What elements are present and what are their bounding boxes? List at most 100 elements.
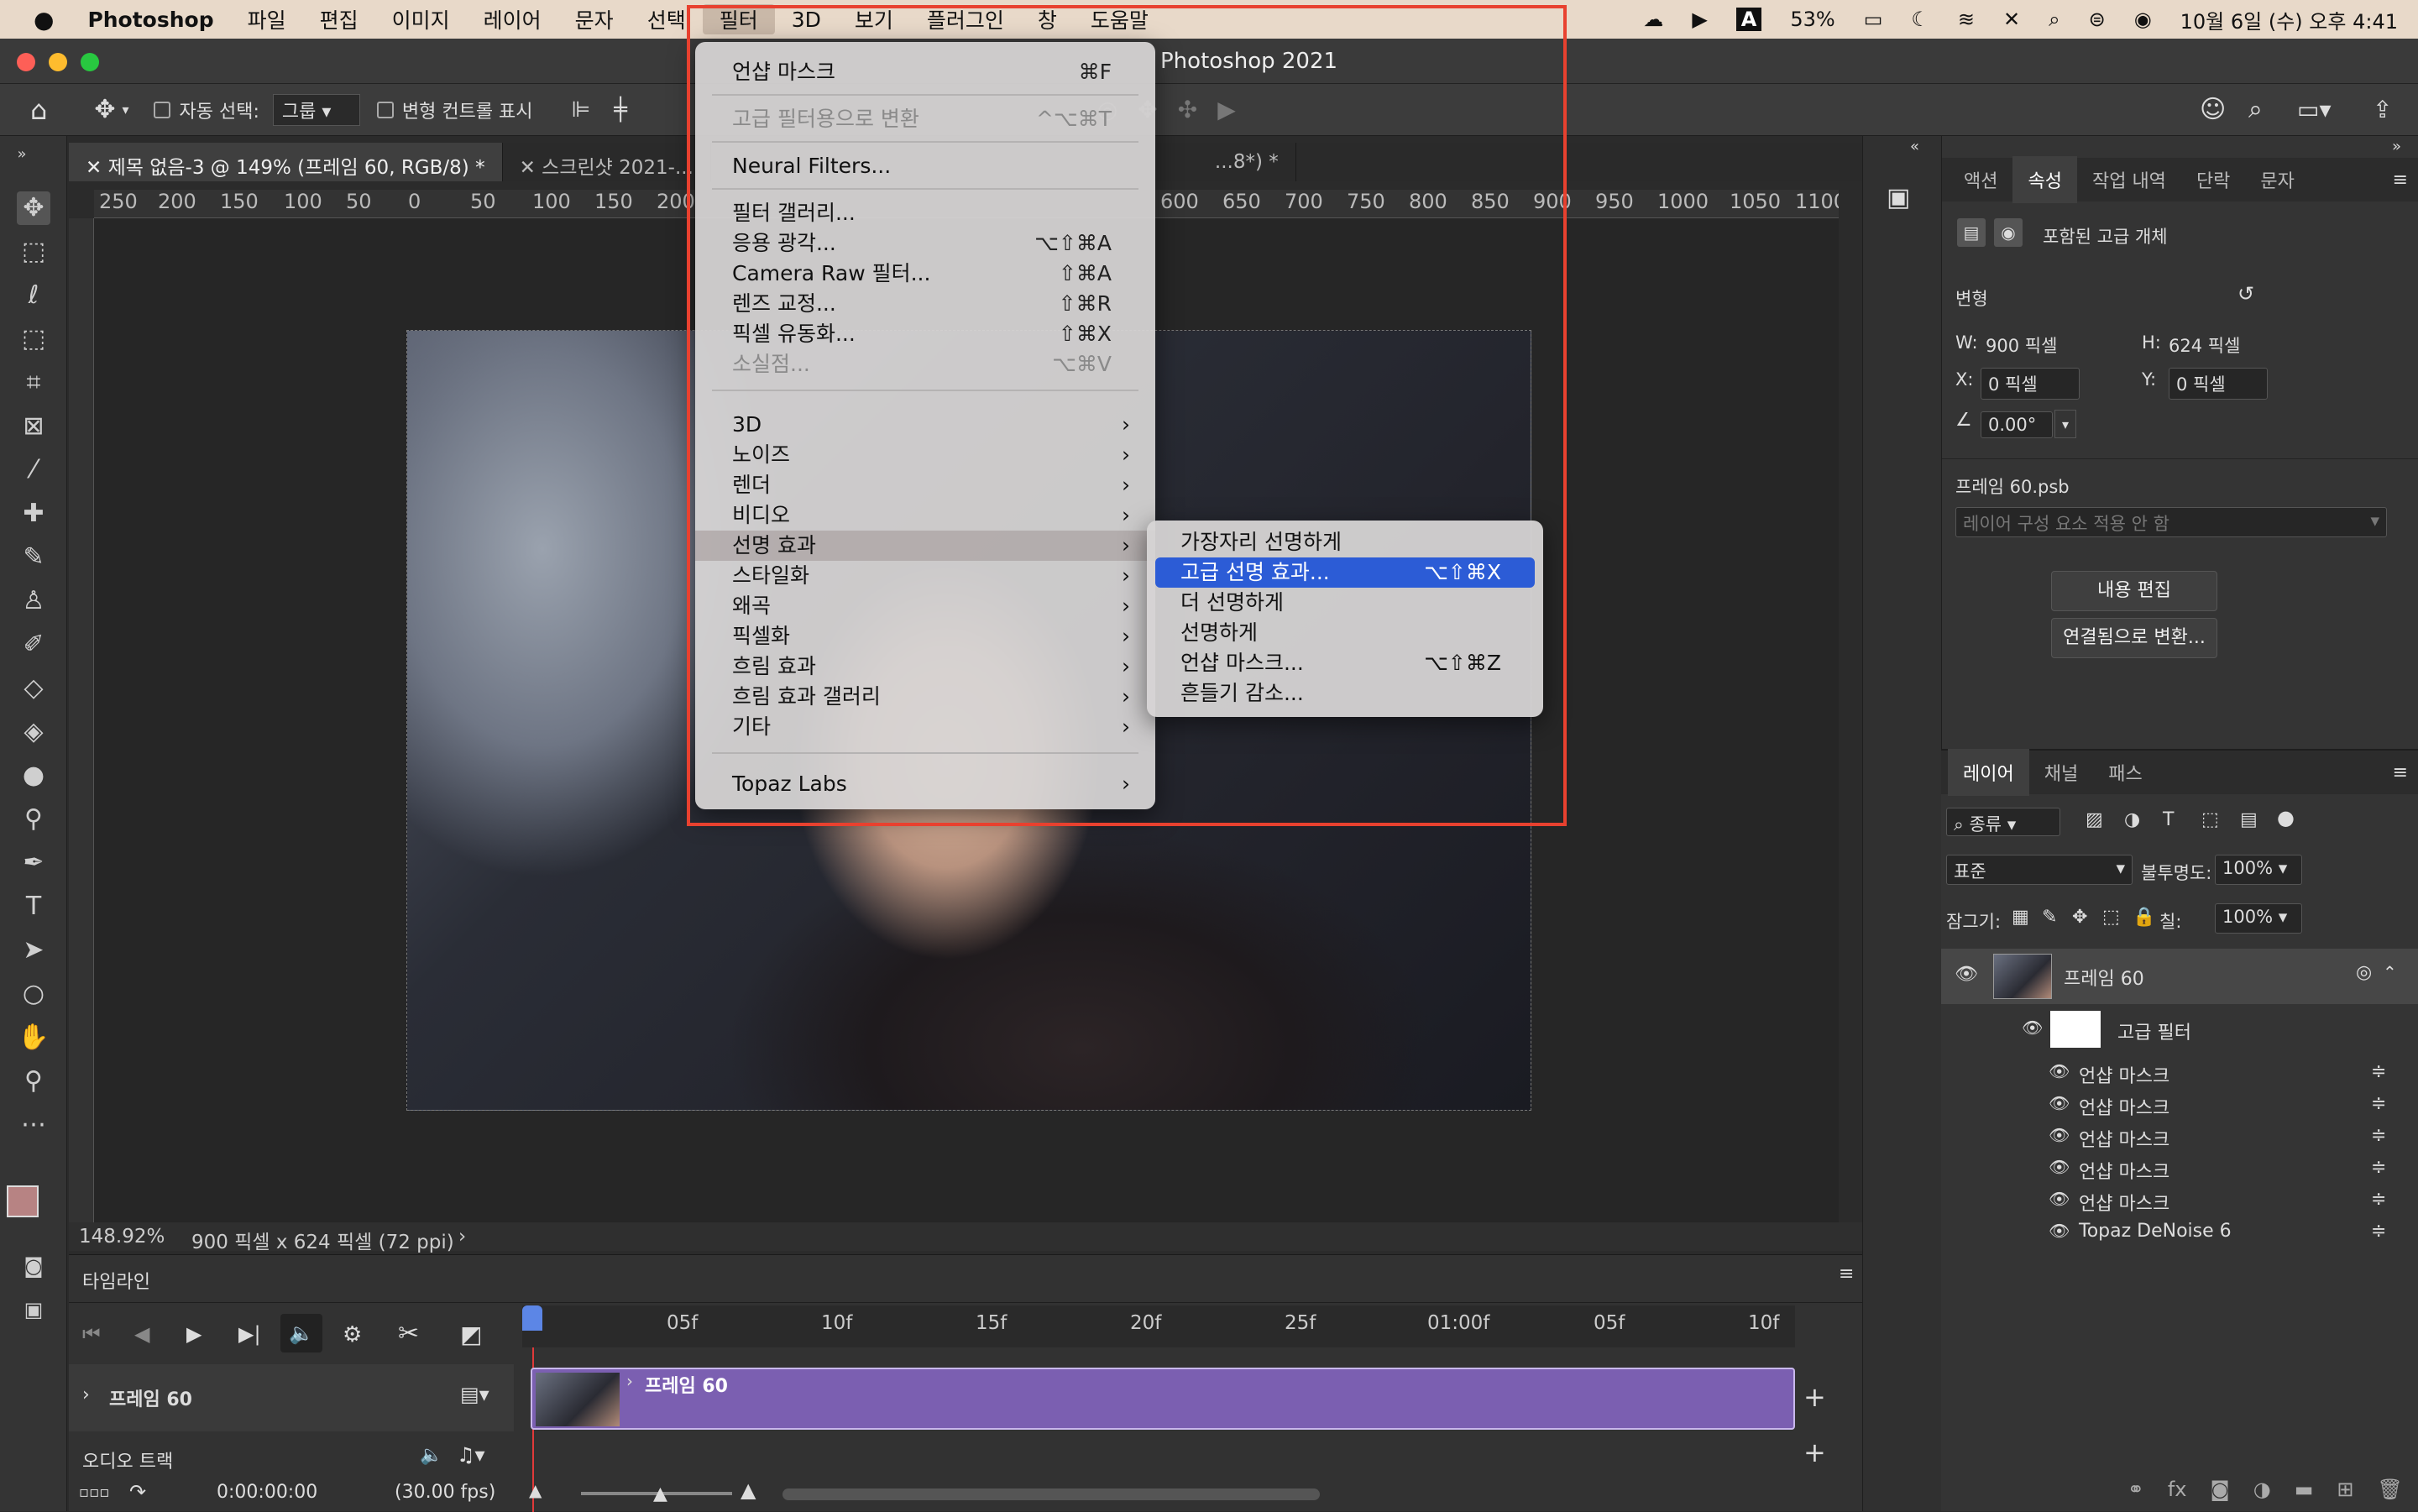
layer-filter-kind[interactable]: ⌕ 종류 ▾ [1946, 808, 2060, 836]
smart-filter-row[interactable]: 👁 고급 필터 [1941, 1006, 2418, 1053]
battery-icon[interactable]: ▭ [1864, 8, 1883, 31]
layer-comp-dropdown[interactable]: 레이어 구성 요소 적용 안 함 ▾ [1955, 507, 2387, 537]
chevron-up-icon[interactable]: ⌃ [2383, 962, 2397, 982]
width-value[interactable]: 900 픽셀 [1986, 332, 2057, 358]
auto-select-checkbox[interactable] [154, 101, 171, 118]
filter-row[interactable]: 👁 언샵 마스크 ≑ [1941, 1152, 2418, 1184]
filter-pixel-icon[interactable]: ▨ [2086, 809, 2103, 830]
trash-icon[interactable]: 🗑 [2378, 1478, 2403, 1501]
layer-row[interactable]: 👁 프레임 60 ◎ ⌃ [1941, 949, 2418, 1004]
filter-shape-icon[interactable]: ⬚ [2201, 809, 2219, 830]
zoom-slider-handle[interactable]: ▲ [653, 1483, 667, 1504]
brush-tool-icon[interactable]: ✎ [17, 541, 50, 574]
3d-pan-icon[interactable]: ✣ [1178, 96, 1197, 123]
visibility-eye-icon[interactable]: 👁 [2049, 1093, 2070, 1113]
video-clip[interactable]: › 프레임 60 [531, 1368, 1795, 1430]
menu-item-other[interactable]: 기타 › [695, 712, 1155, 742]
zoom-out-icon[interactable]: ▲ [529, 1480, 542, 1500]
marquee-tool-icon[interactable]: ⬚ [17, 235, 50, 269]
submenu-item-shake-reduction[interactable]: 흔들기 감소... [1155, 678, 1535, 709]
menu-item-sharpen[interactable]: 선명 효과 › [695, 531, 1155, 561]
filter-row[interactable]: 👁 언샵 마스크 ≑ [1941, 1120, 2418, 1152]
screen-mode-icon[interactable]: ▣ [17, 1293, 50, 1326]
collapse-toolbar-icon[interactable]: » [5, 138, 39, 171]
volume-icon[interactable]: 🔈 [420, 1445, 442, 1466]
hand-tool-icon[interactable]: ✋ [17, 1021, 50, 1054]
filter-row[interactable]: 👁 언샵 마스크 ≑ [1941, 1088, 2418, 1120]
ellipse-tool-icon[interactable]: ○ [17, 977, 50, 1011]
collapse-icon[interactable]: « [1910, 138, 1919, 155]
moon-icon[interactable]: ☾ [1911, 8, 1929, 31]
filter-options-icon[interactable]: ≑ [2371, 1061, 2386, 1082]
auto-select-dropdown[interactable]: 그룹 ▾ [272, 93, 360, 126]
next-frame-icon[interactable]: ▶| [238, 1322, 261, 1346]
blend-mode-dropdown[interactable]: 표준 ▾ [1946, 855, 2133, 885]
menu-item-blur[interactable]: 흐림 효과 › [695, 651, 1155, 682]
object-select-tool-icon[interactable]: ⬚ [17, 322, 50, 356]
playhead[interactable] [522, 1305, 542, 1331]
visibility-eye-icon[interactable]: 👁 [2022, 1018, 2043, 1038]
menu-item-noise[interactable]: 노이즈 › [695, 440, 1155, 470]
more-tools-icon[interactable]: ⋯ [17, 1108, 50, 1142]
clock[interactable]: 10월 6일 (수) 오후 4:41 [2180, 5, 2398, 34]
submenu-item-sharpen[interactable]: 선명하게 [1155, 618, 1535, 648]
menu-item-topaz-labs[interactable]: Topaz Labs › [695, 769, 1155, 799]
menu-edit[interactable]: 편집 [303, 4, 375, 34]
panel-menu-icon[interactable]: ≡ [2393, 170, 2418, 191]
menu-3d[interactable]: 3D [775, 8, 838, 32]
render-icon[interactable]: ▫▫▫ [79, 1483, 110, 1501]
menu-item-pixelate[interactable]: 픽셀화 › [695, 621, 1155, 651]
settings-gear-icon[interactable]: ⚙ [343, 1322, 362, 1347]
go-to-first-frame-icon[interactable]: ⏮ [82, 1322, 101, 1346]
filter-smart-icon[interactable]: ▤ [2240, 809, 2258, 830]
properties-icon[interactable]: ▣ [1887, 183, 1910, 212]
wifi-icon[interactable]: ≋ [1958, 8, 1975, 31]
chevron-down-icon[interactable]: ▾ [122, 102, 128, 118]
submenu-item-sharpen-edges[interactable]: 가장자리 선명하게 [1155, 527, 1535, 557]
move-tool-icon[interactable]: ✥ [17, 191, 50, 225]
input-source-icon[interactable]: A [1735, 8, 1762, 31]
healing-tool-icon[interactable]: ✚ [17, 497, 50, 531]
menu-item-render[interactable]: 렌더 › [695, 470, 1155, 500]
chevron-right-icon[interactable]: › [82, 1384, 90, 1405]
menu-item-liquify[interactable]: 픽셀 유동화... ⇧⌘X [695, 319, 1155, 349]
filter-toggle-icon[interactable]: ● [2277, 806, 2295, 829]
lock-paint-icon[interactable]: ✎ [2042, 907, 2057, 928]
submenu-item-smart-sharpen[interactable]: 고급 선명 효과... ⌥⇧⌘X [1155, 557, 1535, 588]
minimize-button[interactable] [49, 53, 67, 71]
menu-select[interactable]: 선택 [631, 4, 703, 34]
foreground-color-swatch[interactable] [7, 1185, 39, 1217]
menu-item-camera-raw[interactable]: Camera Raw 필터... ⇧⌘A [695, 259, 1155, 289]
angle-input[interactable]: 0.00° [1981, 411, 2053, 438]
home-icon[interactable]: ⌂ [30, 94, 47, 126]
menu-image[interactable]: 이미지 [375, 4, 467, 34]
fx-icon[interactable]: fx [2168, 1478, 2187, 1501]
menu-item-stylize[interactable]: 스타일화 › [695, 561, 1155, 591]
add-media-icon[interactable]: + [1803, 1381, 1826, 1413]
tab-paths[interactable]: 패스 [2093, 749, 2157, 796]
panel-menu-icon[interactable]: ≡ [1839, 1263, 1854, 1284]
transform-controls-checkbox[interactable] [376, 101, 394, 118]
filter-row[interactable]: 👁 언샵 마스크 ≑ [1941, 1056, 2418, 1088]
adjustment-icon[interactable]: ◑ [2253, 1478, 2271, 1501]
quick-mask-icon[interactable]: ◙ [17, 1249, 50, 1283]
paint-bucket-tool-icon[interactable]: ◈ [17, 715, 50, 749]
menu-file[interactable]: 파일 [231, 4, 303, 34]
frame-tool-icon[interactable]: ⊠ [17, 410, 50, 443]
film-icon[interactable]: ▤▾ [460, 1383, 489, 1406]
workspace-icon[interactable]: ▭▾ [2297, 96, 2332, 123]
music-note-icon[interactable]: ♫▾ [457, 1443, 485, 1467]
move-tool-icon[interactable]: ✥ [94, 95, 115, 124]
x-input[interactable]: 0 픽셀 [1981, 368, 2080, 400]
submenu-item-unsharp-mask[interactable]: 언샵 마스크... ⌥⇧⌘Z [1155, 648, 1535, 678]
menu-item-filter-gallery[interactable]: 필터 갤러리... [695, 198, 1155, 228]
lock-pixels-icon[interactable]: ▦ [2012, 907, 2029, 928]
control-center-icon[interactable]: ⊜ [2089, 8, 2106, 31]
stamp-tool-icon[interactable]: ♙ [17, 584, 50, 618]
filter-options-icon[interactable]: ≑ [2371, 1125, 2386, 1146]
previous-frame-icon[interactable]: ◀ [134, 1322, 149, 1346]
visibility-eye-icon[interactable]: 👁 [2049, 1125, 2070, 1145]
type-tool-icon[interactable]: T [17, 890, 50, 923]
3d-video-icon[interactable]: ▶ [1217, 96, 1236, 123]
tab-paragraph[interactable]: 단락 [2181, 156, 2245, 203]
